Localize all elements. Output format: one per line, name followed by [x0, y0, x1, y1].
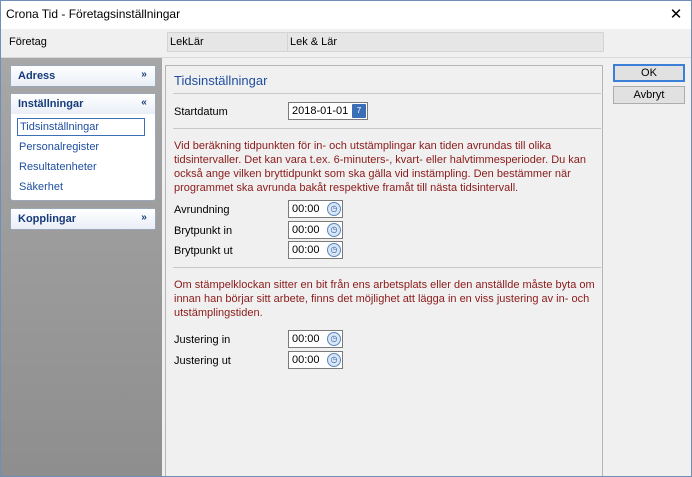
adjust-out-label: Justering ut: [174, 355, 231, 367]
main-content: Tidsinställningar Startdatum 2018-01-01 …: [162, 58, 606, 476]
ok-button[interactable]: OK: [613, 64, 685, 82]
window-title: Crona Tid - Företagsinställningar: [6, 7, 181, 21]
clock-icon[interactable]: ◷: [327, 243, 341, 257]
expand-chevron-icon[interactable]: »: [138, 69, 150, 81]
rounding-field[interactable]: 00:00 ◷: [288, 200, 343, 218]
adjust-in-value: 00:00: [292, 333, 320, 345]
start-date-value: 2018-01-01: [292, 105, 349, 117]
panel-adress: Adress »: [10, 65, 156, 87]
panel-header-kopplingar[interactable]: Kopplingar »: [11, 209, 155, 229]
sidebar-item-resultatenheter[interactable]: Resultatenheter: [17, 158, 145, 176]
break-in-label: Brytpunkt in: [174, 225, 233, 237]
break-out-label: Brytpunkt ut: [174, 245, 233, 257]
adjust-out-value: 00:00: [292, 354, 320, 366]
clock-icon[interactable]: ◷: [327, 223, 341, 237]
settings-window: Crona Tid - Företagsinställningar ✕ Före…: [0, 0, 692, 477]
panel-title-adress: Adress: [18, 70, 56, 82]
rounding-label: Avrundning: [174, 204, 230, 216]
divider: [173, 128, 601, 129]
clock-icon[interactable]: ◷: [327, 332, 341, 346]
calendar-icon[interactable]: 7: [352, 104, 366, 118]
section-title: Tidsinställningar: [174, 73, 268, 88]
start-date-field[interactable]: 2018-01-01 7: [288, 102, 368, 120]
sidebar: Adress » Inställningar « Tidsinställning…: [1, 58, 162, 476]
title-bar: Crona Tid - Företagsinställningar ✕: [1, 1, 691, 29]
company-code-field: LekLär: [167, 32, 288, 52]
adjust-out-field[interactable]: 00:00 ◷: [288, 351, 343, 369]
panel-title-installningar: Inställningar: [18, 98, 84, 110]
company-label: Företag: [9, 36, 47, 48]
break-out-field[interactable]: 00:00 ◷: [288, 241, 343, 259]
panel-installningar: Inställningar « Tidsinställningar Person…: [10, 93, 156, 201]
sidebar-item-tidsinstallningar[interactable]: Tidsinställningar: [17, 118, 145, 136]
adjustment-info-text: Om stämpelklockan sitter en bit från ens…: [174, 279, 595, 319]
cancel-button[interactable]: Avbryt: [613, 86, 685, 104]
close-icon[interactable]: ✕: [661, 1, 691, 29]
clock-icon[interactable]: ◷: [327, 202, 341, 216]
panel-title-kopplingar: Kopplingar: [18, 213, 77, 225]
company-bar: Företag LekLär Lek & Lär: [1, 29, 691, 58]
break-out-value: 00:00: [292, 244, 320, 256]
break-in-field[interactable]: 00:00 ◷: [288, 221, 343, 239]
sidebar-item-personalregister[interactable]: Personalregister: [17, 138, 145, 156]
sidebar-item-sakerhet[interactable]: Säkerhet: [17, 178, 145, 196]
start-date-label: Startdatum: [174, 106, 228, 118]
clock-icon[interactable]: ◷: [327, 353, 341, 367]
divider: [173, 267, 601, 268]
rounding-info-text: Vid beräkning tidpunkten för in- och uts…: [174, 140, 587, 194]
divider: [173, 93, 601, 94]
panel-header-installningar[interactable]: Inställningar «: [11, 94, 155, 114]
rounding-value: 00:00: [292, 203, 320, 215]
collapse-chevron-icon[interactable]: «: [138, 97, 150, 109]
panel-header-adress[interactable]: Adress »: [11, 66, 155, 86]
company-name-field: Lek & Lär: [287, 32, 604, 52]
settings-frame: Tidsinställningar Startdatum 2018-01-01 …: [165, 65, 603, 476]
break-in-value: 00:00: [292, 224, 320, 236]
panel-kopplingar: Kopplingar »: [10, 208, 156, 230]
adjust-in-field[interactable]: 00:00 ◷: [288, 330, 343, 348]
expand-chevron-icon[interactable]: »: [138, 212, 150, 224]
adjust-in-label: Justering in: [174, 334, 231, 346]
